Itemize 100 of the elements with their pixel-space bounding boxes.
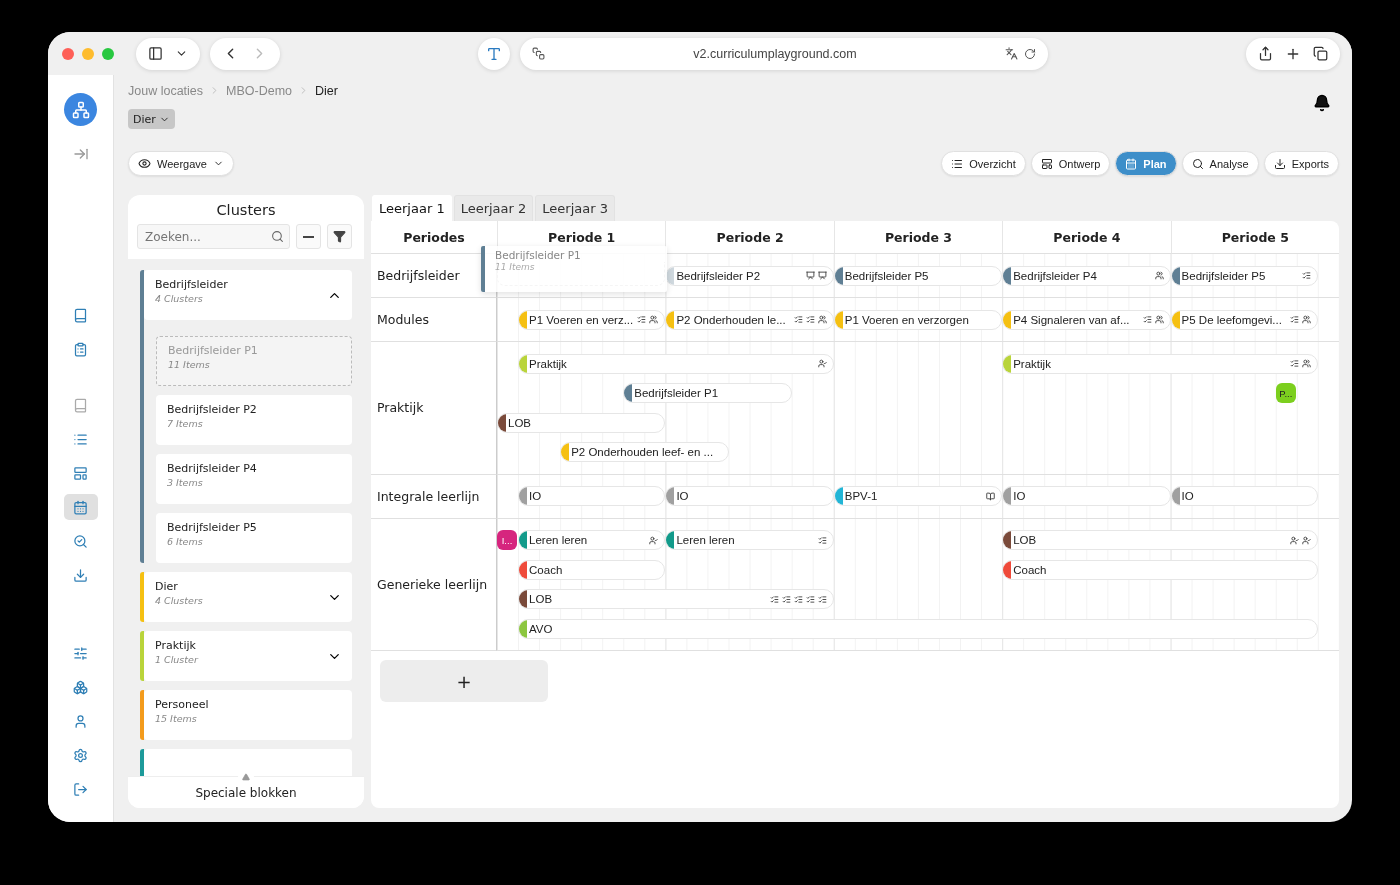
list-icon bbox=[73, 431, 88, 447]
plan-block[interactable]: Praktijk bbox=[1002, 353, 1318, 374]
cluster-card[interactable]: Bedrijfsleider P4 3 Items bbox=[156, 454, 352, 504]
bell-icon[interactable] bbox=[1313, 94, 1331, 112]
filter-icon bbox=[333, 230, 346, 243]
translate-icon bbox=[1005, 47, 1018, 60]
calendar-icon bbox=[1125, 157, 1138, 170]
cluster-card[interactable]: Praktijk 1 Cluster bbox=[144, 631, 352, 681]
plan-block[interactable]: P5 De leefomgevi... bbox=[1170, 309, 1318, 330]
plan-block[interactable]: LOB bbox=[1002, 530, 1318, 550]
plan-block[interactable]: Bedrijfsleider P2 bbox=[665, 265, 834, 286]
zoom-dot[interactable] bbox=[102, 47, 114, 60]
sliders-icon bbox=[73, 645, 88, 661]
breadcrumb-link[interactable]: Dier bbox=[315, 83, 338, 98]
location-dropdown[interactable]: Dier bbox=[128, 109, 175, 129]
plan-block[interactable]: Coach bbox=[518, 559, 666, 580]
cubes-icon bbox=[73, 679, 88, 695]
plan-block[interactable]: P4 Signaleren van af... bbox=[1002, 309, 1171, 330]
checklist-icon bbox=[805, 315, 815, 324]
sidebar-menu-button[interactable] bbox=[136, 37, 200, 70]
cluster-card[interactable]: Personeel 15 Items bbox=[144, 690, 352, 740]
user-check-icon bbox=[649, 535, 659, 545]
plan-block[interactable]: BPV-1 bbox=[833, 486, 1003, 506]
plan-block[interactable]: Leren leren bbox=[665, 530, 834, 550]
search-field[interactable]: Zoeken... bbox=[137, 224, 290, 249]
cluster-count: 15 Items bbox=[155, 713, 198, 724]
year-tab[interactable]: Leerjaar 3 bbox=[535, 195, 615, 221]
checklist-icon bbox=[805, 594, 815, 604]
plan-block[interactable]: IO bbox=[518, 486, 666, 506]
search-icon bbox=[1191, 157, 1204, 170]
add-row-button[interactable]: + bbox=[380, 660, 548, 702]
cluster-title: Praktijk bbox=[155, 639, 197, 652]
checklist-icon bbox=[1289, 315, 1299, 324]
book-icon bbox=[73, 307, 88, 323]
plan-block[interactable]: IO bbox=[665, 486, 834, 506]
cluster-count: 11 Items bbox=[168, 359, 211, 370]
column-header: Periode 4 bbox=[1002, 221, 1171, 254]
block-badge[interactable]: P... bbox=[1275, 383, 1296, 403]
checklist-icon bbox=[793, 594, 803, 604]
plan-block[interactable]: P2 Onderhouden leef- en ... bbox=[560, 442, 729, 462]
row-label: Modules bbox=[371, 298, 497, 342]
cluster-title: Personeel bbox=[155, 698, 210, 711]
cluster-title: Dier bbox=[155, 580, 179, 593]
nav-button[interactable]: Plan bbox=[1115, 151, 1177, 176]
group-icon bbox=[1154, 315, 1164, 324]
cluster-card[interactable]: Dier 4 Clusters bbox=[144, 572, 352, 622]
plan-block[interactable]: LOB bbox=[518, 589, 834, 609]
plan-block[interactable]: Bedrijfsleider P1 bbox=[623, 383, 792, 403]
book-icon bbox=[73, 397, 88, 413]
logout-icon bbox=[73, 781, 88, 797]
plan-block[interactable]: P2 Onderhouden le... bbox=[665, 309, 834, 330]
plan-block[interactable]: IO bbox=[1170, 486, 1318, 506]
minus-icon bbox=[303, 235, 314, 238]
year-tab[interactable]: Leerjaar 2 bbox=[453, 195, 534, 221]
close-dot[interactable] bbox=[62, 47, 74, 60]
nav-button[interactable]: Ontwerp bbox=[1030, 151, 1111, 176]
plan-block[interactable]: Coach bbox=[1002, 559, 1318, 580]
plan-block[interactable]: P1 Voeren en verzorgen bbox=[833, 309, 1003, 330]
download-icon bbox=[73, 567, 88, 583]
cluster-count: 4 Clusters bbox=[155, 595, 204, 606]
tabs-icon[interactable] bbox=[1313, 46, 1328, 61]
nav-button[interactable]: Overzicht bbox=[941, 151, 1026, 176]
list-icon bbox=[951, 157, 964, 170]
cluster-title: Bedrijfsleider P2 bbox=[167, 403, 258, 416]
cluster-card[interactable]: Bedrijfsleider P5 6 Items bbox=[156, 513, 352, 563]
panel-arrow-icon[interactable] bbox=[72, 146, 89, 162]
plan-block[interactable]: Bedrijfsleider P5 bbox=[1170, 265, 1318, 286]
plan-block[interactable]: Bedrijfsleider P4 bbox=[1002, 265, 1171, 286]
nav-button[interactable]: Analyse bbox=[1181, 151, 1259, 176]
collapse-button[interactable] bbox=[296, 224, 321, 249]
address-bar[interactable]: v2.curriculumplayground.com bbox=[520, 37, 1048, 70]
plan-block[interactable]: LOB bbox=[497, 412, 666, 433]
settings-icon bbox=[73, 747, 88, 763]
plan-block[interactable]: AVO bbox=[518, 618, 1318, 639]
cluster-title: Bedrijfsleider bbox=[155, 278, 229, 291]
plan-block[interactable]: Praktijk bbox=[518, 353, 834, 374]
share-icon[interactable] bbox=[1258, 46, 1273, 61]
view-button[interactable]: Weergave bbox=[128, 151, 234, 176]
plan-block[interactable]: IO bbox=[1002, 486, 1171, 506]
block-badge[interactable]: I... bbox=[497, 530, 517, 550]
extension-button[interactable] bbox=[478, 37, 510, 70]
cluster-title: Bedrijfsleider P4 bbox=[167, 462, 258, 475]
column-header: Periode 5 bbox=[1170, 221, 1339, 254]
cluster-card[interactable]: Bedrijfsleider P2 7 Items bbox=[156, 395, 352, 445]
board-icon bbox=[817, 271, 827, 280]
plan-block[interactable]: P1 Voeren en verz... bbox=[518, 309, 666, 330]
plan-block[interactable]: Leren leren bbox=[518, 530, 666, 550]
nav-button[interactable]: Exports bbox=[1263, 151, 1339, 176]
filter-button[interactable] bbox=[327, 224, 352, 249]
minimize-dot[interactable] bbox=[82, 47, 94, 60]
url-text: v2.curriculumplayground.com bbox=[692, 46, 858, 61]
cluster-count: 1 Cluster bbox=[155, 654, 200, 665]
nav-rail-button[interactable] bbox=[63, 494, 98, 520]
row-label: Praktijk bbox=[371, 342, 497, 475]
cluster-card[interactable]: Bedrijfsleider 4 Clusters bbox=[144, 270, 352, 320]
reload-icon bbox=[1024, 47, 1036, 60]
download-icon bbox=[1273, 157, 1286, 170]
plan-block[interactable]: Bedrijfsleider P5 bbox=[833, 265, 1003, 286]
year-tab[interactable]: Leerjaar 1 bbox=[372, 195, 452, 221]
triangle-icon bbox=[242, 773, 250, 781]
